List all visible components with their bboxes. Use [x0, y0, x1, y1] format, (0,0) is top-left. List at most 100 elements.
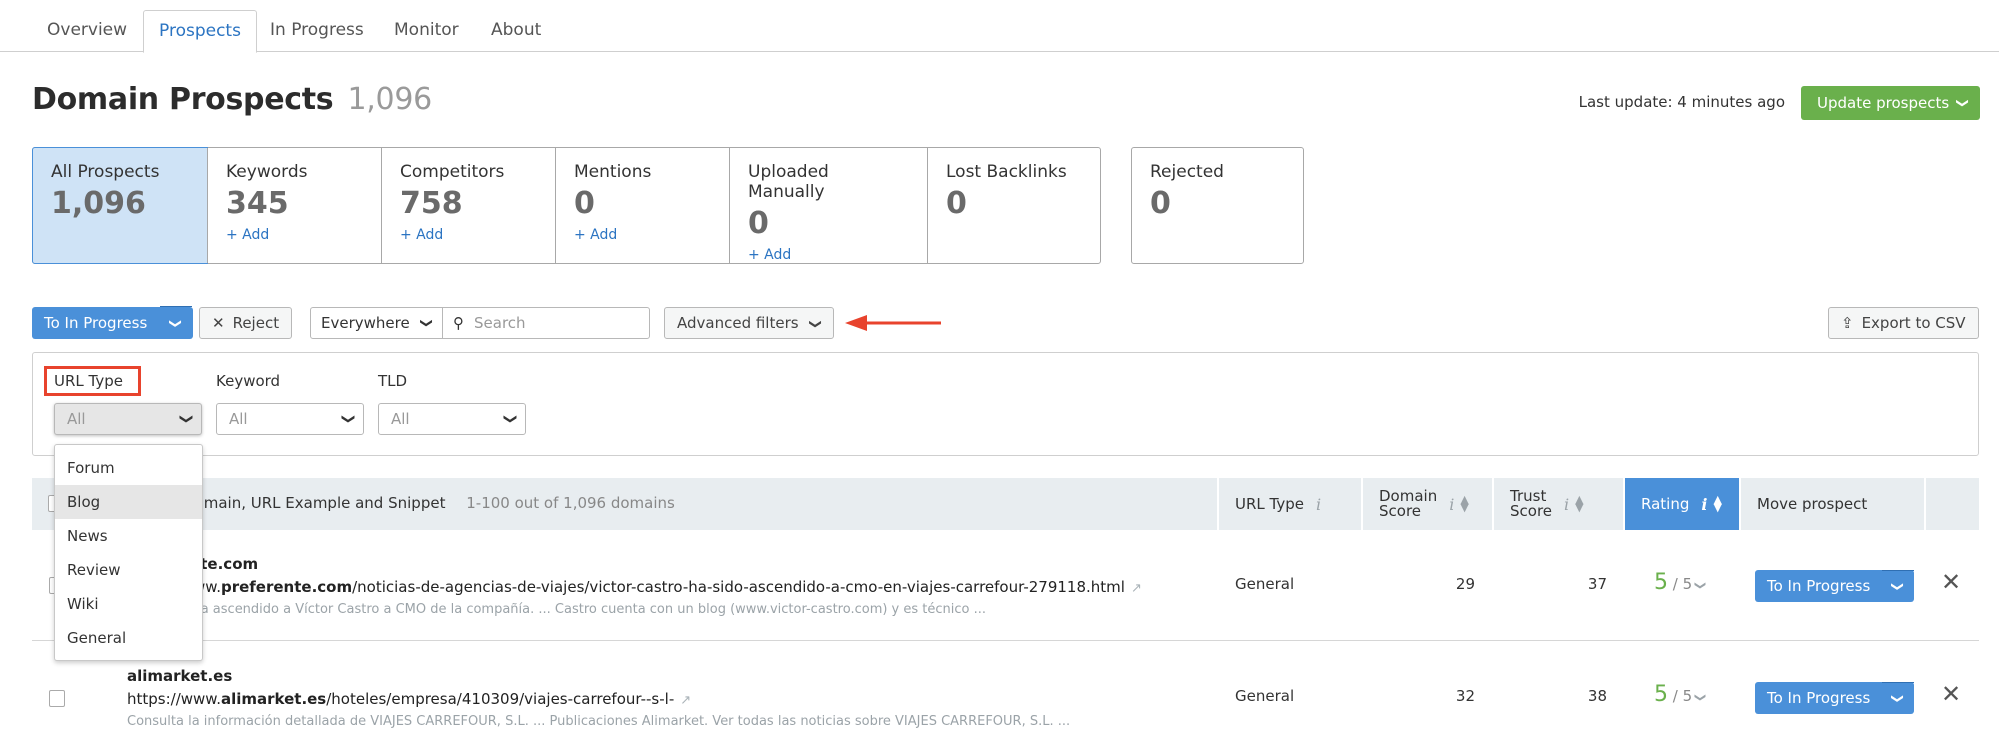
- tab-overview[interactable]: Overview: [32, 10, 142, 52]
- row-reject-close-icon[interactable]: ✕: [1941, 680, 1961, 708]
- row-snippet: Carrefour ha ascendido a Víctor Castro a…: [127, 602, 987, 617]
- add-uploaded-link[interactable]: + Add: [748, 247, 909, 263]
- tab-monitor[interactable]: Monitor: [379, 10, 474, 52]
- card-uploaded-manually[interactable]: Uploaded Manually 0 + Add: [729, 148, 927, 263]
- tab-in-progress[interactable]: In Progress: [255, 10, 379, 52]
- card-competitors[interactable]: Competitors 758 + Add: [381, 148, 555, 263]
- sort-icon[interactable]: ▲ ▼: [1575, 494, 1583, 513]
- tld-value: All: [391, 410, 410, 428]
- column-move-prospect: Move prospect: [1739, 478, 1924, 530]
- info-icon[interactable]: i: [1316, 495, 1321, 514]
- upload-icon: ⇪: [1841, 314, 1854, 332]
- card-label: Mentions: [574, 162, 652, 182]
- info-icon[interactable]: i: [1701, 495, 1707, 514]
- url-type-filter-label: URL Type: [54, 372, 123, 390]
- card-mentions[interactable]: Mentions 0 + Add: [555, 148, 729, 263]
- url-type-select[interactable]: All ❯: [54, 403, 202, 435]
- search-scope-select[interactable]: Everywhere ❯: [311, 308, 443, 338]
- card-keywords[interactable]: Keywords 345 + Add: [207, 148, 381, 263]
- row-url-link[interactable]: https://www.preferente.com/noticias-de-a…: [127, 578, 1142, 596]
- info-icon[interactable]: i: [1449, 495, 1454, 514]
- add-competitors-link[interactable]: + Add: [400, 227, 537, 243]
- sort-icon[interactable]: ▲ ▼: [1460, 494, 1468, 513]
- page-title-text: Domain Prospects: [32, 82, 334, 117]
- info-icon[interactable]: i: [1564, 495, 1569, 514]
- url-type-option-wiki[interactable]: Wiki: [55, 587, 202, 621]
- chevron-down-icon: ❯: [1694, 580, 1708, 591]
- column-trust-score[interactable]: Trust Score i ▲ ▼: [1492, 478, 1623, 530]
- search-input[interactable]: [472, 313, 632, 333]
- row-domain: alimarket.es: [127, 667, 233, 685]
- card-label: Rejected: [1150, 162, 1224, 182]
- chevron-down-icon[interactable]: ❯: [1882, 682, 1915, 714]
- card-value: 1,096: [51, 186, 146, 221]
- column-domain-score[interactable]: Domain Score i ▲ ▼: [1361, 478, 1492, 530]
- url-type-option-review[interactable]: Review: [55, 553, 202, 587]
- tab-prospects[interactable]: Prospects: [143, 10, 257, 53]
- row-rating[interactable]: 5 / 5 ❯: [1654, 570, 1708, 595]
- update-prospects-button[interactable]: Update prospects ❯: [1801, 86, 1980, 120]
- row-domain-score: 29: [1455, 575, 1475, 593]
- card-value: 345: [226, 186, 289, 221]
- keyword-value: All: [229, 410, 248, 428]
- row-move-label[interactable]: To In Progress: [1755, 682, 1882, 714]
- url-type-option-news[interactable]: News: [55, 519, 202, 553]
- chevron-down-icon[interactable]: ❯: [1882, 570, 1915, 602]
- add-mentions-link[interactable]: + Add: [574, 227, 711, 243]
- row-move-label[interactable]: To In Progress: [1755, 570, 1882, 602]
- domain-column-label: Domain, URL Example and Snippet: [183, 494, 446, 512]
- url-domain: preferente.com: [220, 578, 353, 596]
- keyword-select[interactable]: All ❯: [216, 403, 364, 435]
- column-move-label: Move prospect: [1757, 495, 1868, 513]
- row-url-link[interactable]: https://www.alimarket.es/hoteles/empresa…: [127, 690, 691, 708]
- row-trust-score: 38: [1587, 687, 1607, 705]
- card-all-prospects[interactable]: All Prospects 1,096: [32, 147, 208, 264]
- prospect-category-cards: All Prospects 1,096 Keywords 345 + Add C…: [32, 147, 1101, 264]
- card-label: Uploaded Manually: [748, 162, 829, 202]
- tab-about[interactable]: About: [476, 10, 556, 52]
- external-link-icon[interactable]: ↗: [1131, 581, 1142, 596]
- card-label: Keywords: [226, 162, 308, 182]
- tld-select[interactable]: All ❯: [378, 403, 526, 435]
- chevron-down-icon[interactable]: ❯: [160, 306, 193, 340]
- url-type-dropdown-menu: Forum Blog News Review Wiki General: [54, 444, 203, 661]
- row-snippet: Consulta la información detallada de VIA…: [127, 714, 1071, 729]
- url-type-option-blog[interactable]: Blog: [55, 485, 202, 519]
- advanced-filters-label: Advanced filters: [677, 314, 799, 332]
- advanced-filters-button[interactable]: Advanced filters ❯: [664, 307, 835, 339]
- row-url-type: General: [1235, 687, 1295, 705]
- to-in-progress-label[interactable]: To In Progress: [32, 307, 159, 339]
- column-rating[interactable]: Rating i ▲ ▼: [1623, 478, 1739, 530]
- card-label: Competitors: [400, 162, 505, 182]
- export-csv-button[interactable]: ⇪ Export to CSV: [1828, 307, 1979, 339]
- row-move-button[interactable]: To In Progress ❯: [1755, 682, 1915, 714]
- column-rating-label: Rating: [1641, 495, 1690, 513]
- to-in-progress-bulk-button[interactable]: To In Progress ❯: [32, 306, 194, 340]
- row-domain-score: 32: [1455, 687, 1475, 705]
- column-url-type[interactable]: URL Type i: [1217, 478, 1361, 530]
- row-checkbox[interactable]: [49, 689, 65, 707]
- url-type-option-forum[interactable]: Forum: [55, 451, 202, 485]
- label-line: Score: [1379, 502, 1422, 520]
- sort-icon[interactable]: ▲ ▼: [1713, 494, 1721, 513]
- url-prefix: https://www.: [127, 690, 221, 708]
- url-path: /hoteles/empresa/410309/viajes-carrefour…: [326, 690, 675, 708]
- external-link-icon[interactable]: ↗: [680, 693, 691, 708]
- table-row: preferente.com https://www.preferente.co…: [32, 530, 1979, 641]
- reject-button[interactable]: ✕ Reject: [199, 307, 293, 339]
- table-row: alimarket.es https://www.alimarket.es/ho…: [32, 642, 1979, 753]
- url-domain: alimarket.es: [220, 690, 327, 708]
- column-trust-score-label: Trust Score: [1510, 489, 1552, 519]
- keyword-filter-label: Keyword: [216, 372, 281, 390]
- url-type-option-general[interactable]: General: [55, 621, 202, 655]
- row-move-button[interactable]: To In Progress ❯: [1755, 570, 1915, 602]
- card-rejected[interactable]: Rejected 0: [1131, 147, 1304, 264]
- chevron-down-icon: ❯: [340, 413, 356, 425]
- add-keywords-link[interactable]: + Add: [226, 227, 363, 243]
- search-field[interactable]: ⚲: [443, 308, 649, 338]
- close-icon: ✕: [212, 314, 225, 332]
- row-rating[interactable]: 5 / 5 ❯: [1654, 682, 1707, 707]
- chevron-down-icon: ❯: [419, 317, 434, 329]
- card-lost-backlinks[interactable]: Lost Backlinks 0: [927, 148, 1100, 263]
- row-reject-close-icon[interactable]: ✕: [1941, 568, 1961, 596]
